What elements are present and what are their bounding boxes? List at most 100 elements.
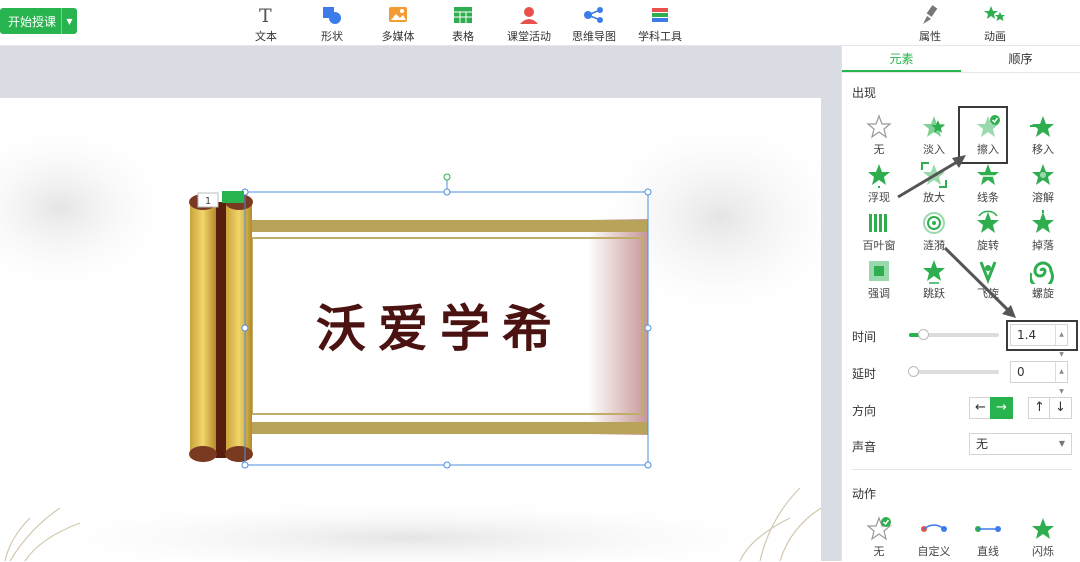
appear-item[interactable]: 放大 — [909, 162, 959, 208]
tool-properties[interactable]: 属性 — [900, 4, 960, 44]
appear-item-label: 螺旋 — [1032, 287, 1054, 300]
line-path-icon — [973, 516, 1003, 542]
tab-elements[interactable]: 元素 — [842, 46, 961, 72]
time-slider[interactable] — [909, 329, 999, 340]
chevron-down-icon[interactable]: ▼ — [61, 8, 77, 34]
ripple-icon — [921, 210, 947, 236]
direction-left-button[interactable]: ← — [969, 397, 992, 419]
slide-canvas[interactable]: 1 沃爱学希 — [0, 98, 821, 561]
appear-item[interactable]: 飞旋 — [963, 258, 1013, 304]
move-in-icon — [1030, 114, 1056, 140]
tool-animation[interactable]: 动画 — [965, 4, 1025, 44]
appear-item[interactable]: 溶解 — [1018, 162, 1068, 208]
appear-item-label: 飞旋 — [977, 287, 999, 300]
resize-handle[interactable] — [644, 188, 652, 196]
appear-item[interactable]: 淡入 — [909, 114, 959, 160]
tool-label: 学科工具 — [638, 30, 682, 43]
sound-select[interactable]: 无 ▼ — [969, 433, 1072, 455]
resize-handle[interactable] — [241, 324, 249, 332]
appear-item[interactable]: 移入 — [1018, 114, 1068, 160]
order-badge: 1 — [205, 196, 211, 207]
line-icon — [975, 162, 1001, 188]
appear-item[interactable]: 涟漪 — [909, 210, 959, 256]
appear-item-label: 掉落 — [1032, 239, 1054, 252]
resize-handle[interactable] — [644, 324, 652, 332]
appear-item-label: 跳跃 — [923, 287, 945, 300]
tool-text[interactable]: T 文本 — [236, 4, 296, 44]
appear-item-label: 百叶窗 — [862, 239, 896, 252]
appear-item[interactable]: 螺旋 — [1018, 258, 1068, 304]
resize-handle[interactable] — [443, 188, 451, 196]
tool-table[interactable]: 表格 — [433, 4, 493, 44]
activity-icon — [518, 4, 540, 26]
appear-item[interactable]: 强调 — [854, 258, 904, 304]
action-item[interactable]: 自定义 — [909, 516, 959, 562]
appear-item[interactable]: 掉落 — [1018, 210, 1068, 256]
animation-icon — [983, 4, 1007, 26]
tool-mindmap[interactable]: 思维导图 — [564, 4, 624, 44]
fly-spin-icon — [975, 258, 1001, 284]
tool-label: 动画 — [984, 30, 1006, 43]
start-lesson-label: 开始授课 — [8, 14, 57, 29]
mindmap-icon — [582, 4, 606, 26]
direction-up-button[interactable]: ↑ — [1028, 397, 1051, 419]
dissolve-icon — [1030, 162, 1056, 188]
delay-value: 0 — [1017, 365, 1025, 379]
tool-label: 文本 — [255, 30, 277, 43]
action-item[interactable]: 闪烁 — [1018, 516, 1068, 562]
delay-spinner[interactable]: ▲ ▼ — [1055, 362, 1067, 395]
tool-subject[interactable]: 学科工具 — [630, 4, 690, 44]
top-toolbar: 开始授课 ▼ T 文本 形状 多媒体 表格 课堂活动 思维导图 学科工具 属性 … — [0, 0, 1080, 46]
jump-icon — [921, 258, 947, 284]
action-item[interactable]: 无 — [854, 516, 904, 562]
appear-item-label: 强调 — [868, 287, 890, 300]
delay-label: 延时 — [852, 367, 877, 381]
animation-tag — [222, 191, 244, 203]
slide-title-text[interactable]: 沃爱学希 — [316, 299, 564, 358]
appear-item[interactable]: 跳跃 — [909, 258, 959, 304]
time-label: 时间 — [852, 330, 877, 344]
direction-right-button[interactable]: → — [990, 397, 1013, 419]
delay-slider-knob[interactable] — [908, 366, 919, 377]
tab-order[interactable]: 顺序 — [961, 46, 1080, 72]
none-action-icon — [866, 516, 892, 542]
resize-handle[interactable] — [241, 461, 249, 469]
action-item[interactable]: 直线 — [963, 516, 1013, 562]
tool-media[interactable]: 多媒体 — [368, 4, 428, 44]
delay-slider[interactable] — [908, 366, 999, 377]
tool-label: 形状 — [321, 30, 343, 43]
delay-input[interactable]: 0 ▲ ▼ — [1010, 361, 1068, 395]
subject-tools-icon — [649, 4, 671, 26]
appear-item[interactable]: 线条 — [963, 162, 1013, 208]
slide-background: 1 沃爱学希 — [0, 108, 821, 561]
highlight-selected-effect — [958, 106, 1008, 164]
drop-icon — [1030, 210, 1056, 236]
appear-item[interactable]: 旋转 — [963, 210, 1013, 256]
tool-activity[interactable]: 课堂活动 — [499, 4, 559, 44]
direction-down-button[interactable]: ↓ — [1049, 397, 1072, 419]
media-icon — [387, 4, 409, 26]
tool-label: 属性 — [919, 30, 941, 43]
appear-item[interactable]: 百叶窗 — [854, 210, 904, 256]
action-item-label: 无 — [873, 545, 885, 558]
start-lesson-button[interactable]: 开始授课 ▼ — [0, 8, 77, 34]
fade-in-icon — [921, 114, 947, 140]
brush-icon — [919, 4, 941, 26]
blinds-icon — [866, 210, 892, 236]
appear-item-label: 溶解 — [1032, 191, 1054, 204]
emphasis-icon — [866, 258, 892, 284]
time-slider-knob[interactable] — [918, 329, 930, 340]
appear-item[interactable]: 浮现 — [854, 162, 904, 208]
resize-handle[interactable] — [644, 461, 652, 469]
rotate-handle[interactable] — [443, 173, 451, 181]
appear-item[interactable]: 无 — [854, 114, 904, 160]
shape-icon — [321, 4, 343, 26]
animation-panel: 元素 顺序 出现 无淡入 擦入 移入 浮现 放大 线条 溶解 百叶窗 涟漪 旋转 掉落 强调 跳跃 飞旋螺… — [841, 46, 1080, 561]
action-item-label: 自定义 — [917, 545, 951, 558]
resize-handle[interactable] — [443, 461, 451, 469]
tool-shape[interactable]: 形状 — [302, 4, 362, 44]
appear-item-label: 淡入 — [923, 143, 945, 156]
appear-item-label: 线条 — [977, 191, 999, 204]
tool-label: 表格 — [452, 30, 474, 43]
svg-text:T: T — [259, 5, 272, 25]
